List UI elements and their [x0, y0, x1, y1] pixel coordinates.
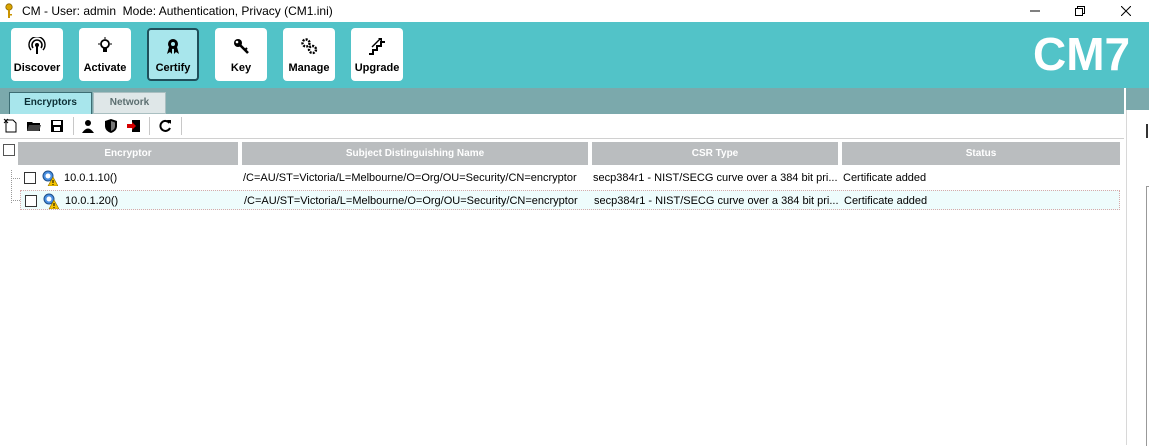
minimize-button[interactable]: [1012, 0, 1058, 22]
export-icon[interactable]: [126, 118, 142, 134]
manage-label: Manage: [288, 62, 330, 74]
restore-icon: [1075, 6, 1085, 16]
title-bar: CM - User: admin Mode: Authentication, P…: [0, 0, 1149, 22]
open-folder-icon[interactable]: [26, 118, 42, 134]
column-header-subject[interactable]: Subject Distinguishing Name: [242, 142, 588, 165]
manage-button[interactable]: Manage: [283, 28, 335, 81]
right-panel-header: [1126, 88, 1149, 110]
encryptor-warning-icon: [43, 193, 59, 209]
tab-strip: Encryptors Network: [0, 88, 1124, 114]
tree-connector: [11, 200, 20, 201]
csr-type: secp384r1 - NIST/SECG curve over a 384 b…: [594, 195, 839, 207]
subject-name: /C=AU/ST=Victoria/L=Melbourne/O=Org/OU=S…: [244, 195, 578, 207]
grid-header: Encryptor Subject Distinguishing Name CS…: [0, 141, 1124, 166]
toolbar-separator: [149, 117, 150, 135]
encryptor-warning-icon: [42, 170, 58, 186]
key-button[interactable]: Key: [215, 28, 267, 81]
discover-label: Discover: [13, 62, 61, 74]
tree-connector: [11, 178, 20, 179]
encryptor-toolbar: [0, 114, 1124, 139]
subject-name: /C=AU/ST=Victoria/L=Melbourne/O=Org/OU=S…: [243, 172, 577, 184]
certify-label: Certify: [155, 62, 191, 74]
column-header-csr-type[interactable]: CSR Type: [592, 142, 838, 165]
discover-icon: [28, 37, 46, 54]
discover-button[interactable]: Discover: [11, 28, 63, 81]
right-panel: [1126, 110, 1149, 446]
restore-button[interactable]: [1057, 0, 1103, 22]
toolbar-separator: [181, 117, 182, 135]
activate-button[interactable]: Activate: [79, 28, 131, 81]
tab-encryptors[interactable]: Encryptors: [9, 92, 92, 114]
row-checkbox[interactable]: [25, 195, 37, 207]
activate-label: Activate: [83, 62, 127, 74]
refresh-icon[interactable]: [157, 118, 173, 134]
key-label: Key: [230, 62, 252, 74]
key-icon: [234, 39, 249, 54]
cm7-logo: CM7: [1033, 28, 1130, 78]
minimize-icon: [1030, 10, 1040, 12]
right-panel-label-fragment: [1146, 124, 1148, 138]
csr-type: secp384r1 - NIST/SECG curve over a 384 b…: [593, 172, 838, 184]
app-key-icon: [5, 3, 13, 18]
column-header-encryptor[interactable]: Encryptor: [18, 142, 238, 165]
upgrade-stairs-icon: [369, 38, 385, 55]
close-icon: [1121, 6, 1131, 16]
tree-connector: [11, 170, 12, 203]
shield-icon[interactable]: [103, 118, 119, 134]
tab-network[interactable]: Network: [93, 92, 166, 114]
gears-icon: [301, 38, 318, 55]
save-icon[interactable]: [49, 118, 65, 134]
lightbulb-icon: [98, 37, 112, 52]
table-row[interactable]: 10.0.1.10() /C=AU/ST=Victoria/L=Melbourn…: [20, 168, 1120, 188]
window-title: CM - User: admin Mode: Authentication, P…: [22, 4, 333, 18]
svg-text:CM7: CM7: [1033, 28, 1130, 78]
row-checkbox[interactable]: [24, 172, 36, 184]
certify-button[interactable]: Certify: [147, 28, 199, 81]
new-file-icon[interactable]: [3, 118, 19, 134]
table-row[interactable]: 10.0.1.20() /C=AU/ST=Victoria/L=Melbourn…: [20, 190, 1120, 210]
upgrade-button[interactable]: Upgrade: [351, 28, 403, 81]
upgrade-label: Upgrade: [354, 62, 400, 74]
select-all-checkbox[interactable]: [3, 144, 15, 156]
toolbar-separator: [73, 117, 74, 135]
user-icon[interactable]: [80, 118, 96, 134]
encryptor-address: 10.0.1.10(): [64, 172, 118, 184]
close-button[interactable]: [1103, 0, 1149, 22]
column-header-status[interactable]: Status: [842, 142, 1120, 165]
status-text: Certificate added: [843, 172, 927, 184]
certificate-icon: [167, 39, 179, 54]
encryptor-address: 10.0.1.20(): [65, 195, 119, 207]
status-text: Certificate added: [844, 195, 928, 207]
ribbon-toolbar: Discover Activate Certify Key Manage Upg…: [0, 22, 1149, 88]
